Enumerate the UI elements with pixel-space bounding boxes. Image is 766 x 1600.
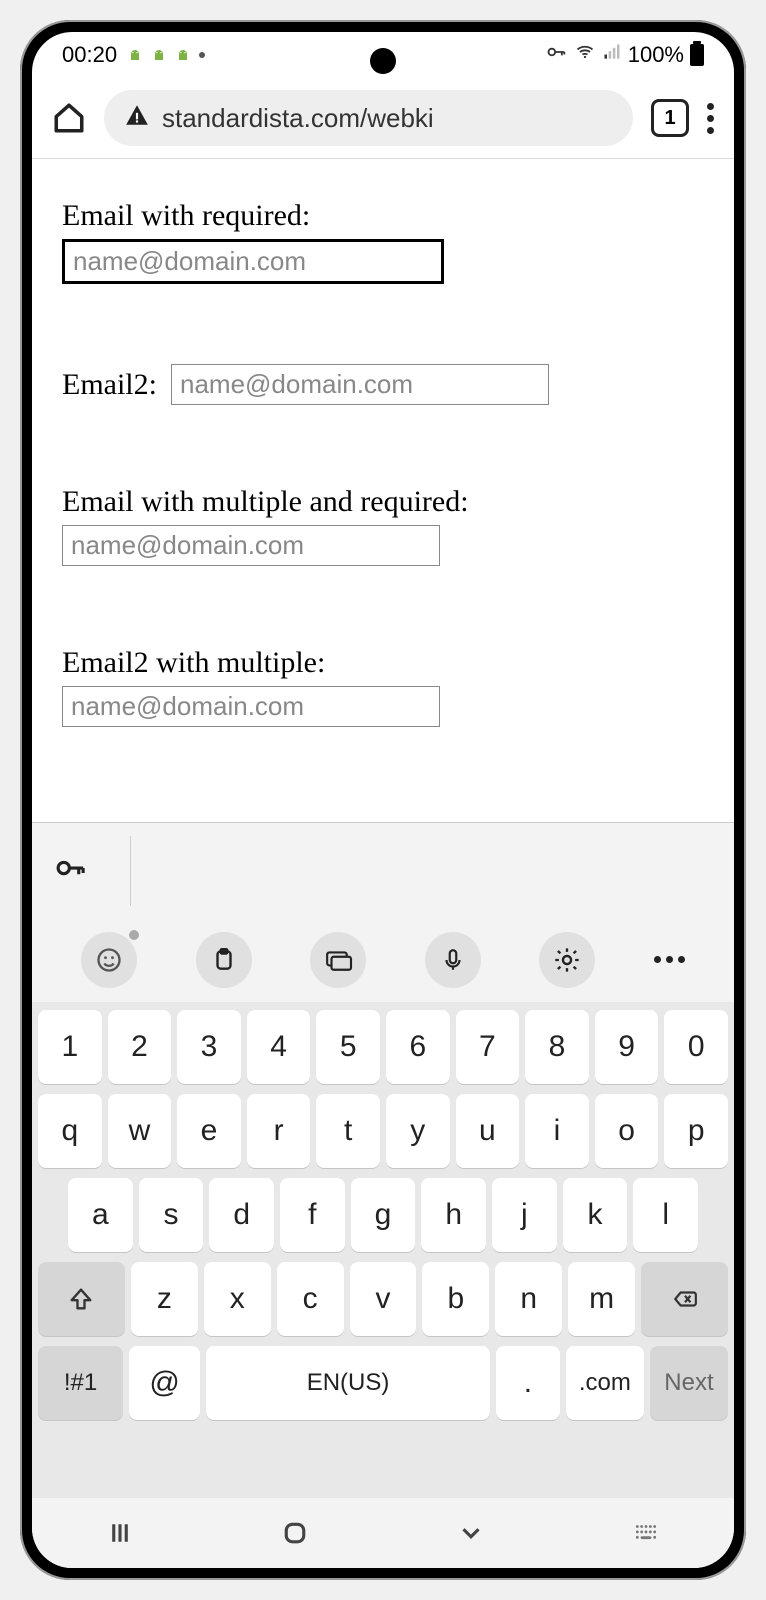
tabs-button[interactable]: 1 xyxy=(651,99,689,137)
system-nav-bar xyxy=(32,1498,734,1568)
battery-percent: 100% xyxy=(628,42,684,68)
status-time: 00:20 xyxy=(62,42,117,68)
key-8[interactable]: 8 xyxy=(525,1010,589,1084)
key-6[interactable]: 6 xyxy=(386,1010,450,1084)
key-g[interactable]: g xyxy=(351,1178,416,1252)
battery-icon xyxy=(690,44,704,66)
home-button[interactable] xyxy=(52,101,86,135)
signal-icon xyxy=(602,42,622,68)
browser-toolbar: standardista.com/webki 1 xyxy=(32,78,734,159)
tab-count: 1 xyxy=(664,107,675,130)
email2-multiple-input[interactable] xyxy=(62,686,440,727)
backspace-key[interactable] xyxy=(641,1262,728,1336)
wifi-icon xyxy=(574,42,596,68)
key-0[interactable]: 0 xyxy=(664,1010,728,1084)
key-7[interactable]: 7 xyxy=(456,1010,520,1084)
key-n[interactable]: n xyxy=(495,1262,562,1336)
key-row-numbers: 1 2 3 4 5 6 7 8 9 0 xyxy=(38,1010,728,1084)
key-h[interactable]: h xyxy=(421,1178,486,1252)
key-q[interactable]: q xyxy=(38,1094,102,1168)
url-bar[interactable]: standardista.com/webki xyxy=(104,90,633,146)
android-icon xyxy=(175,48,189,62)
email-required-input[interactable] xyxy=(62,239,444,284)
key-2[interactable]: 2 xyxy=(108,1010,172,1084)
key-m[interactable]: m xyxy=(568,1262,635,1336)
keyboard-toolbar xyxy=(32,917,734,1003)
not-secure-icon xyxy=(124,102,150,135)
key-y[interactable]: y xyxy=(386,1094,450,1168)
password-key-icon[interactable] xyxy=(50,853,90,888)
keyboard-switch-button[interactable] xyxy=(626,1513,666,1553)
shift-key[interactable] xyxy=(38,1262,125,1336)
voice-input-button[interactable] xyxy=(425,932,481,988)
recents-button[interactable] xyxy=(100,1513,140,1553)
settings-button[interactable] xyxy=(539,932,595,988)
key-a[interactable]: a xyxy=(68,1178,133,1252)
key-row-qwerty: q w e r t y u i o p xyxy=(38,1094,728,1168)
key-w[interactable]: w xyxy=(108,1094,172,1168)
page-content[interactable]: Email with required: Email2: Email with … xyxy=(32,159,734,767)
key-v[interactable]: v xyxy=(350,1262,417,1336)
url-text: standardista.com/webki xyxy=(162,103,434,134)
period-key[interactable]: . xyxy=(496,1346,560,1420)
key-c[interactable]: c xyxy=(277,1262,344,1336)
on-screen-keyboard: 1 2 3 4 5 6 7 8 9 0 q w e r t y xyxy=(32,1002,734,1498)
field1-label: Email with required: xyxy=(62,199,704,233)
key-9[interactable]: 9 xyxy=(595,1010,659,1084)
key-t[interactable]: t xyxy=(316,1094,380,1168)
email-multiple-required-input[interactable] xyxy=(62,525,440,566)
key-5[interactable]: 5 xyxy=(316,1010,380,1084)
keyboard-mode-button[interactable] xyxy=(310,932,366,988)
android-icon xyxy=(127,48,141,62)
key-f[interactable]: f xyxy=(280,1178,345,1252)
at-key[interactable]: @ xyxy=(129,1346,200,1420)
home-nav-button[interactable] xyxy=(275,1513,315,1553)
key-s[interactable]: s xyxy=(139,1178,204,1252)
key-k[interactable]: k xyxy=(563,1178,628,1252)
key-e[interactable]: e xyxy=(177,1094,241,1168)
key-4[interactable]: 4 xyxy=(247,1010,311,1084)
key-z[interactable]: z xyxy=(131,1262,198,1336)
key-b[interactable]: b xyxy=(422,1262,489,1336)
key-3[interactable]: 3 xyxy=(177,1010,241,1084)
key-i[interactable]: i xyxy=(525,1094,589,1168)
back-chevron-button[interactable] xyxy=(451,1513,491,1553)
toolbar-more-button[interactable] xyxy=(654,956,685,963)
key-d[interactable]: d xyxy=(209,1178,274,1252)
field3-label: Email with multiple and required: xyxy=(62,485,704,519)
key-row-bottom: !#1 @ EN(US) . .com Next xyxy=(38,1346,728,1420)
spacebar-key[interactable]: EN(US) xyxy=(206,1346,490,1420)
vpn-key-icon xyxy=(544,42,568,68)
key-r[interactable]: r xyxy=(247,1094,311,1168)
field2-label: Email2: xyxy=(62,368,157,402)
key-row-asdf: a s d f g h j k l xyxy=(38,1178,728,1252)
email2-input[interactable] xyxy=(171,364,549,405)
clipboard-button[interactable] xyxy=(196,932,252,988)
divider xyxy=(130,836,131,906)
key-1[interactable]: 1 xyxy=(38,1010,102,1084)
menu-button[interactable] xyxy=(707,103,714,134)
key-u[interactable]: u xyxy=(456,1094,520,1168)
key-p[interactable]: p xyxy=(664,1094,728,1168)
next-key[interactable]: Next xyxy=(650,1346,728,1420)
symbols-key[interactable]: !#1 xyxy=(38,1346,123,1420)
autofill-suggestion-bar xyxy=(32,822,734,918)
key-j[interactable]: j xyxy=(492,1178,557,1252)
field4-label: Email2 with multiple: xyxy=(62,646,704,680)
key-o[interactable]: o xyxy=(595,1094,659,1168)
key-x[interactable]: x xyxy=(204,1262,271,1336)
front-camera xyxy=(370,48,396,74)
more-notifications-dot xyxy=(199,52,205,58)
key-l[interactable]: l xyxy=(633,1178,698,1252)
key-row-zxcv: z x c v b n m xyxy=(38,1262,728,1336)
emoji-button[interactable] xyxy=(81,932,137,988)
android-icon xyxy=(151,48,165,62)
dotcom-key[interactable]: .com xyxy=(566,1346,644,1420)
